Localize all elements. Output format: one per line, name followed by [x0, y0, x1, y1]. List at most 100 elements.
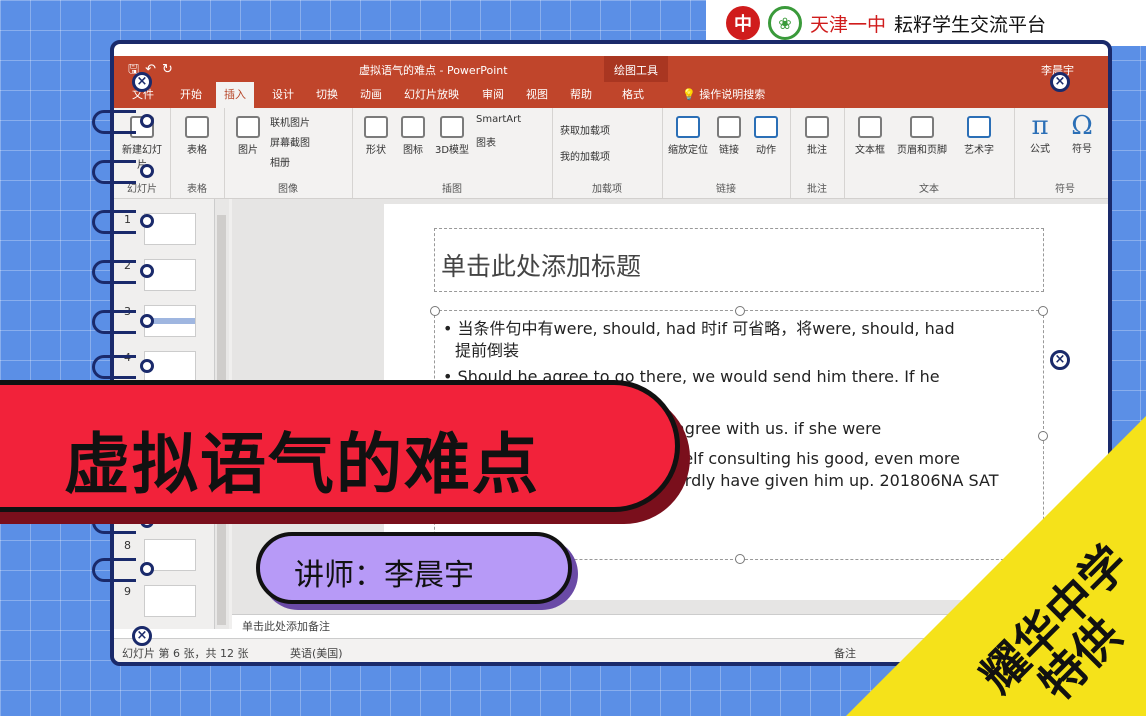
binding-hole	[140, 214, 154, 228]
pictures-button[interactable]: 图片	[230, 116, 266, 156]
group-text: 文本框 页眉和页脚 艺术字 文本	[844, 108, 1015, 198]
tab-help[interactable]: 帮助	[562, 82, 600, 108]
lecturer-badge: 讲师：李晨宇	[256, 532, 572, 604]
get-addins-button[interactable]: 获取加载项	[560, 122, 610, 137]
action-star-icon	[754, 116, 778, 138]
action-button[interactable]: 动作	[748, 116, 784, 156]
ribbon-tabs: 文件 开始 插入 设计 切换 动画 幻灯片放映 审阅 视图 帮助 格式 💡 操作…	[114, 82, 1108, 108]
smartart-label: SmartArt	[476, 114, 522, 125]
title-bar: 🖫↶↻ 虚拟语气的难点 - PowerPoint 绘图工具 李晨宇	[114, 56, 1108, 82]
pictures-label: 图片	[238, 145, 258, 156]
get-addins-label: 获取加载项	[560, 126, 610, 137]
comment-button[interactable]: 批注	[796, 116, 838, 156]
context-tab-label: 绘图工具	[604, 56, 668, 82]
corner-screw-icon: ×	[1050, 72, 1070, 92]
title-placeholder-text: 单击此处添加标题	[441, 252, 642, 281]
my-addins-label: 我的加载项	[560, 152, 610, 163]
chart-button[interactable]: 图表	[476, 134, 496, 149]
icons-button[interactable]: 图标	[398, 116, 428, 156]
zoom-label: 缩放定位	[668, 145, 708, 156]
group-images: 图片 联机图片 屏幕截图 相册 图像	[224, 108, 353, 198]
table-button[interactable]: 表格	[176, 116, 218, 156]
binding-ring	[92, 355, 136, 379]
online-pictures-button[interactable]: 联机图片	[270, 114, 310, 129]
screenshot-button[interactable]: 屏幕截图	[270, 134, 310, 149]
tab-transitions[interactable]: 切换	[308, 82, 346, 108]
group-links: 缩放定位 链接 动作 链接	[662, 108, 791, 198]
resize-handle[interactable]	[1038, 431, 1048, 441]
textbox-button[interactable]: 文本框	[848, 116, 892, 156]
binding-ring	[92, 260, 136, 284]
bullet-line: self consulting his good, even more	[675, 449, 960, 468]
equation-button[interactable]: π 公式	[1022, 112, 1058, 155]
screenshot-label: 屏幕截图	[270, 138, 310, 149]
binding-hole	[140, 114, 154, 128]
tab-design[interactable]: 设计	[264, 82, 302, 108]
link-label: 链接	[719, 145, 739, 156]
binding-ring	[92, 160, 136, 184]
group-label-comments: 批注	[807, 184, 827, 195]
resize-handle[interactable]	[735, 554, 745, 564]
icons-icon	[401, 116, 425, 138]
tab-home[interactable]: 开始	[172, 82, 210, 108]
lecturer-name: 讲师：李晨宇	[294, 558, 474, 593]
slide-count: 幻灯片 第 6 张，共 12 张	[122, 647, 249, 660]
slide-number: 9	[124, 585, 131, 598]
brand-platform: 耘籽学生交流平台	[894, 13, 1047, 36]
corner-screw-icon: ×	[132, 626, 152, 646]
header-footer-button[interactable]: 页眉和页脚	[894, 116, 950, 156]
zoom-button[interactable]: 缩放定位	[666, 116, 710, 156]
textbox-icon	[858, 116, 882, 138]
tab-insert[interactable]: 插入	[216, 82, 254, 108]
slide-thumbnail[interactable]	[144, 585, 196, 617]
language-status[interactable]: 英语(美国)	[290, 645, 343, 661]
3d-models-label: 3D模型	[434, 145, 470, 156]
symbol-button[interactable]: Ω 符号	[1064, 112, 1100, 155]
bullet-line: agree with us. if she were	[675, 419, 882, 438]
resize-handle[interactable]	[430, 306, 440, 316]
shapes-button[interactable]: 形状	[358, 116, 394, 156]
title-banner: 虚拟语气的难点	[0, 380, 680, 512]
emblem-logo-icon: ❀	[768, 6, 802, 40]
group-label-addins: 加载项	[592, 184, 622, 195]
zoom-icon	[676, 116, 700, 138]
binding-hole	[140, 359, 154, 373]
lesson-title: 虚拟语气的难点	[64, 426, 540, 503]
shapes-icon	[364, 116, 388, 138]
tab-format[interactable]: 格式	[614, 82, 652, 108]
action-label: 动作	[756, 145, 776, 156]
binding-hole	[140, 562, 154, 576]
tell-me-search[interactable]: 💡 操作说明搜索	[674, 82, 773, 108]
title-placeholder[interactable]: 单击此处添加标题	[434, 228, 1044, 292]
binding-ring	[92, 558, 136, 582]
bullet-line: • 当条件句中有were, should, had 时if 可省略，将were,…	[443, 319, 955, 338]
notes-toggle-button[interactable]: 备注	[834, 645, 856, 661]
group-symbols: π 公式 Ω 符号 符号	[1014, 108, 1108, 198]
group-label-illustrations: 插图	[442, 184, 462, 195]
my-addins-button[interactable]: 我的加载项	[560, 148, 610, 163]
resize-handle[interactable]	[1038, 306, 1048, 316]
slide-number: 8	[124, 539, 131, 552]
tab-slideshow[interactable]: 幻灯片放映	[396, 82, 467, 108]
equation-label: 公式	[1030, 144, 1050, 155]
group-label-tables: 表格	[187, 184, 207, 195]
wordart-icon	[967, 116, 991, 138]
wordart-button[interactable]: 艺术字	[954, 116, 1004, 156]
smartart-button[interactable]: SmartArt	[476, 114, 521, 125]
tab-view[interactable]: 视图	[518, 82, 556, 108]
omega-icon: Ω	[1071, 111, 1093, 141]
symbol-label: 符号	[1072, 144, 1092, 155]
binding-hole	[140, 164, 154, 178]
tab-animations[interactable]: 动画	[352, 82, 390, 108]
tab-review[interactable]: 审阅	[474, 82, 512, 108]
binding-ring	[92, 110, 136, 134]
group-illustrations: 形状 图标 3D模型 SmartArt 图表 插图	[352, 108, 553, 198]
cube-icon	[440, 116, 464, 138]
corner-screw-icon: ×	[1050, 350, 1070, 370]
shapes-label: 形状	[366, 145, 386, 156]
3d-models-button[interactable]: 3D模型	[432, 116, 472, 156]
header-footer-icon	[910, 116, 934, 138]
textbox-label: 文本框	[855, 145, 885, 156]
photo-album-button[interactable]: 相册	[270, 154, 290, 169]
link-button[interactable]: 链接	[712, 116, 746, 156]
